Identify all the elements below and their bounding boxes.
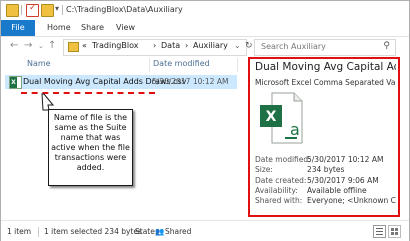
column-header-name[interactable]: Name (27, 59, 51, 68)
file-row[interactable]: X Dual Moving Avg Capital Adds Draws.csv… (5, 75, 237, 89)
property-value: Available offline (307, 186, 367, 195)
property-label: Date created: (255, 176, 307, 185)
forward-arrow-icon[interactable]: → (24, 40, 32, 51)
ribbon-tabs: File Home Share View (1, 20, 409, 37)
property-value: 5/30/2017 10:12 AM (307, 155, 384, 164)
navigation-bar: ← → ⌄ ↑ « TradingBlox › Data › Auxiliary… (1, 37, 409, 57)
property-label: Size: (255, 165, 273, 174)
divider (62, 5, 63, 15)
properties-icon[interactable]: ✓ (26, 3, 39, 17)
people-shared-icon: 👥 (155, 227, 165, 236)
tab-file[interactable]: File (1, 20, 35, 36)
excel-file-icon: X (9, 76, 22, 89)
tab-home[interactable]: Home (47, 20, 71, 36)
property-value: 5/30/2017 9:06 AM (307, 176, 379, 185)
item-count: 1 item (7, 227, 32, 236)
annotation-callout: Name of file is the same as the Suite na… (48, 109, 133, 186)
breadcrumb-data[interactable]: Data (161, 41, 180, 50)
address-dropdown-icon[interactable]: ⌄ (234, 41, 241, 50)
details-file-type: Microsoft Excel Comma Separated Values..… (255, 78, 396, 87)
divider (38, 227, 39, 237)
breadcrumb-overflow[interactable]: « (82, 41, 87, 50)
svg-text:X: X (266, 109, 277, 125)
breadcrumb-tradingblox[interactable]: TradingBlox (92, 41, 138, 50)
folder-icon (6, 4, 19, 17)
highlight-underline (86, 92, 155, 94)
breadcrumb-separator-icon: › (153, 41, 157, 50)
breadcrumb-auxiliary[interactable]: Auxiliary (193, 41, 228, 50)
column-header-date-modified[interactable]: Date modified (153, 59, 210, 68)
address-bar[interactable]: « TradingBlox › Data › Auxiliary ⌄ (63, 39, 247, 56)
new-folder-icon[interactable] (41, 4, 54, 17)
svg-text:a: a (290, 120, 300, 139)
folder-icon (68, 42, 79, 52)
tab-share[interactable]: Share (81, 20, 104, 36)
selection-info: 1 item selected 234 bytes (44, 227, 142, 236)
property-value: 234 bytes (307, 165, 345, 174)
excel-csv-large-icon: X a (260, 92, 303, 144)
tab-view[interactable]: View (116, 20, 135, 36)
explorer-window: ✓ ▾ C:\TradingBlox\Data\Auxiliary File H… (0, 0, 410, 241)
search-box[interactable]: Search Auxiliary ⚲ (254, 39, 396, 56)
property-value: Everyone; <Unknown C... (307, 196, 396, 205)
column-divider[interactable] (237, 58, 238, 72)
divider (21, 5, 22, 15)
property-label: Availability: (255, 186, 298, 195)
details-pane: Dual Moving Avg Capital Adds ... Microso… (251, 59, 396, 211)
search-input[interactable]: Search Auxiliary (261, 42, 326, 51)
property-label: Date modified: (255, 155, 311, 164)
property-label: Shared with: (255, 196, 303, 205)
quick-access-dropdown-icon[interactable]: ▾ (55, 4, 59, 13)
up-arrow-icon[interactable]: ↑ (48, 40, 56, 51)
column-divider[interactable] (149, 58, 150, 72)
details-file-title: Dual Moving Avg Capital Adds ... (255, 61, 396, 73)
back-arrow-icon[interactable]: ← (10, 40, 18, 51)
breadcrumb-separator-icon: › (185, 41, 189, 50)
state-value: Shared (165, 227, 192, 236)
window-title: C:\TradingBlox\Data\Auxiliary (66, 5, 183, 14)
title-bar: ✓ ▾ C:\TradingBlox\Data\Auxiliary (1, 1, 409, 20)
file-date-modified: 5/30/2017 10:12 AM (152, 77, 229, 86)
recent-locations-chevron-icon[interactable]: ⌄ (38, 42, 44, 50)
large-icons-view-icon[interactable] (388, 225, 401, 238)
search-icon[interactable]: ⚲ (383, 41, 390, 51)
details-view-icon[interactable] (373, 225, 386, 238)
status-bar: 1 item 1 item selected 234 bytes State: … (1, 220, 409, 241)
refresh-icon[interactable]: ↻ (245, 41, 253, 53)
